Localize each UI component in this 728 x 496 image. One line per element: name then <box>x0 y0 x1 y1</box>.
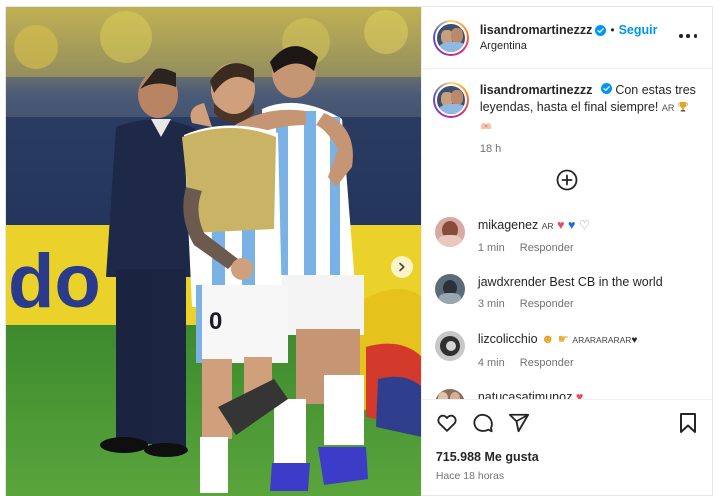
heart-eyes-emoji-icon: ☻ <box>541 332 555 346</box>
comment-time: 1 min <box>477 242 505 254</box>
verified-icon <box>600 83 612 94</box>
red-heart-icon: ♥ <box>557 218 565 232</box>
caption-avatar[interactable] <box>432 82 469 118</box>
post-actions: 715.988 Me gusta Hace 18 horas <box>421 399 712 496</box>
blue-heart-icon: ♥ <box>567 218 576 232</box>
more-options-icon[interactable] <box>679 30 697 42</box>
comment-item: lizcolicchio ☻ ☛ ARARARARAR♥ 4 min Respo… <box>434 331 638 371</box>
likes-count[interactable]: 715.988 Me gusta <box>436 450 539 464</box>
comment-icon[interactable] <box>472 412 494 434</box>
comment-avatar[interactable] <box>434 331 465 361</box>
post-timestamp: Hace 18 horas <box>435 470 505 482</box>
comments-section: lisandromartinezzz Con estas tres leyend… <box>422 69 712 399</box>
comment-time: 4 min <box>477 357 505 369</box>
add-comment-icon[interactable] <box>556 169 578 191</box>
author-avatar[interactable] <box>432 19 469 56</box>
trophy-emoji-icon <box>677 102 688 112</box>
svg-text:do: do <box>8 239 101 324</box>
share-icon[interactable] <box>508 412 530 434</box>
comment-username[interactable]: jawdxrender <box>478 275 546 289</box>
flag-emoji: AR <box>541 221 554 231</box>
next-image-button[interactable] <box>391 256 413 278</box>
author-username[interactable]: lisandromartinezzz <box>480 23 593 37</box>
comment-time: 3 min <box>477 298 505 310</box>
comment-avatar[interactable] <box>434 389 465 399</box>
flag-emoji: AR <box>661 103 675 113</box>
follow-button[interactable]: Seguir <box>619 23 658 37</box>
post-photo[interactable]: do 0 <box>6 7 421 496</box>
pointing-hand-emoji-icon: ☛ <box>557 332 569 346</box>
reply-button[interactable]: Responder <box>520 242 574 254</box>
comment-item: jawdxrender Best CB in the world 3 min R… <box>434 274 663 312</box>
instagram-post: do 0 lisandromartinezzz • Seguir Argenti… <box>5 6 713 496</box>
post-header: lisandromartinezzz • Seguir Argentina <box>421 7 712 69</box>
comment-username[interactable]: mikagenez <box>478 218 538 232</box>
comment-username[interactable]: natucasatimunoz <box>478 390 573 399</box>
white-heart-icon: ♡ <box>578 218 591 232</box>
celebration-photo: do 0 <box>6 7 421 496</box>
post-side-panel: lisandromartinezzz • Seguir Argentina li… <box>420 7 712 496</box>
save-icon[interactable] <box>678 412 698 434</box>
next-arrow-icon <box>399 262 405 272</box>
post-location[interactable]: Argentina <box>480 40 658 52</box>
red-heart-icon: ♥ <box>575 390 584 399</box>
comment-avatar[interactable] <box>434 274 465 304</box>
black-heart-icon: ♥ <box>631 335 638 346</box>
jersey-number: 0 <box>209 308 222 335</box>
comment-username[interactable]: lizcolicchio <box>478 332 538 346</box>
comment-text: Best CB in the world <box>549 275 663 289</box>
reply-button[interactable]: Responder <box>520 298 574 310</box>
comment-avatar[interactable] <box>434 217 465 247</box>
caption-timestamp: 18 h <box>479 143 502 155</box>
verified-icon <box>595 24 607 36</box>
reply-button[interactable]: Responder <box>520 357 574 369</box>
caption-username[interactable]: lisandromartinezzz <box>480 83 593 97</box>
heart-icon[interactable] <box>436 412 458 434</box>
post-caption: lisandromartinezzz Con estas tres leyend… <box>422 69 712 158</box>
flag-emoji-row: ARARARARAR <box>572 335 632 345</box>
separator-dot: • <box>610 23 615 37</box>
comment-item: mikagenez AR ♥ ♥ ♡ 1 min Responder <box>434 217 591 256</box>
heart-hands-emoji-icon <box>480 122 492 129</box>
comment-item: natucasatimunoz ♥ <box>434 389 584 399</box>
